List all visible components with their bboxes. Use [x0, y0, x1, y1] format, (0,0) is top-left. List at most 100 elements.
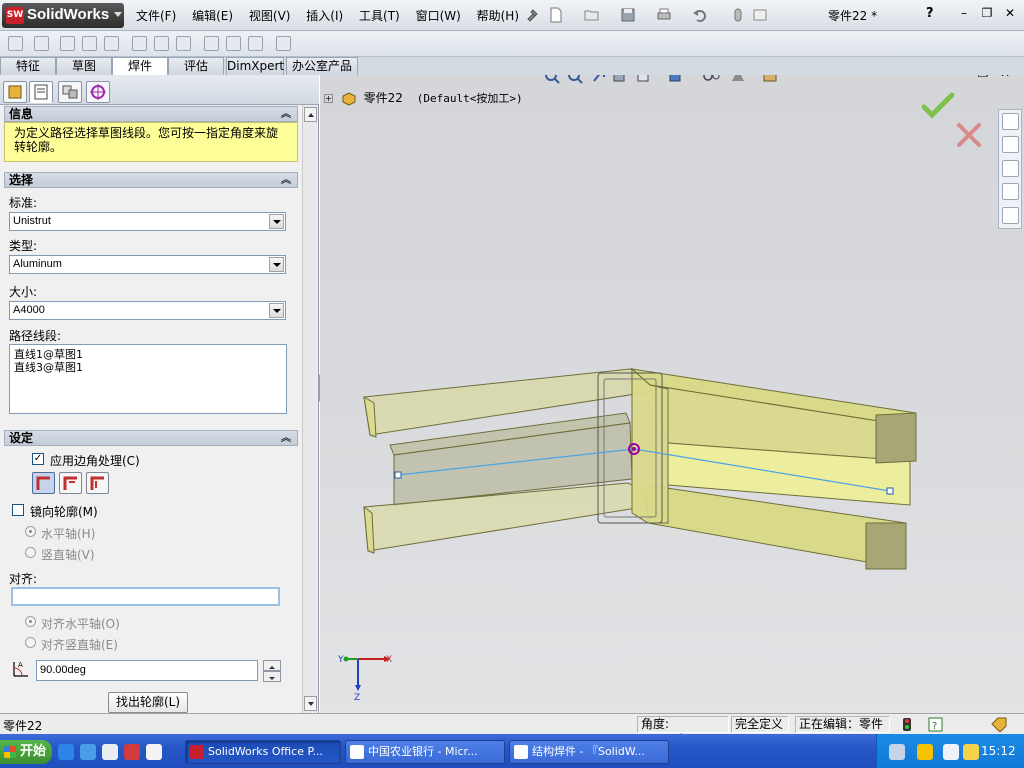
- corner-end-butt1-button[interactable]: [59, 472, 82, 494]
- file-explorer-icon[interactable]: [1002, 160, 1019, 177]
- ie-quicklaunch-icon[interactable]: [58, 744, 74, 760]
- settings-section-header[interactable]: 设定 ︽: [4, 430, 298, 446]
- size-select[interactable]: A4000: [9, 301, 286, 320]
- doc-restore-button[interactable]: ❐: [976, 75, 990, 80]
- panel-scrollbar[interactable]: [302, 105, 317, 713]
- spin-down-button[interactable]: [263, 671, 281, 682]
- minimize-button[interactable]: –: [957, 6, 971, 20]
- menu-window[interactable]: 窗口(W): [416, 7, 461, 24]
- end-cap-icon[interactable]: [60, 36, 75, 51]
- align-horizontal-radio[interactable]: [25, 616, 36, 627]
- vertical-axis-radio[interactable]: [25, 547, 36, 558]
- tab-weldments[interactable]: 焊件: [112, 57, 168, 76]
- menu-view[interactable]: 视图(V): [249, 7, 291, 24]
- move-tray-icon[interactable]: [943, 744, 959, 760]
- tab-dimxpert[interactable]: DimXpert: [226, 57, 284, 75]
- graphics-area[interactable]: + 零件22 (Default<按加工>) – ❐ ✕: [320, 75, 1024, 713]
- solidworks-quicklaunch-icon[interactable]: [124, 744, 140, 760]
- corner-end-trim-button[interactable]: [32, 472, 55, 494]
- new-document-icon[interactable]: [548, 7, 564, 23]
- close-button[interactable]: ✕: [1003, 6, 1017, 20]
- tab-office-products[interactable]: 办公室产品: [286, 57, 358, 75]
- hole-wizard-icon[interactable]: [176, 36, 191, 51]
- network-tray-icon[interactable]: [889, 744, 905, 760]
- notepad-quicklaunch-icon[interactable]: [146, 744, 162, 760]
- undo-icon[interactable]: [692, 7, 708, 23]
- angle-spinner[interactable]: [263, 660, 281, 682]
- horizontal-axis-radio[interactable]: [25, 526, 36, 537]
- doc-minimize-button[interactable]: –: [954, 75, 968, 80]
- angle-input[interactable]: 90.00deg: [36, 660, 258, 681]
- list-item[interactable]: 直线3@草图1: [14, 361, 282, 374]
- menu-edit[interactable]: 编辑(E): [192, 7, 233, 24]
- restore-button[interactable]: ❐: [980, 6, 994, 20]
- alert-tray-icon[interactable]: [963, 744, 979, 760]
- tab-sketch[interactable]: 草图: [56, 57, 112, 75]
- doc-close-button[interactable]: ✕: [998, 75, 1012, 80]
- plane-icon[interactable]: [248, 36, 263, 51]
- task-solidworks[interactable]: SolidWorks Office P...: [185, 740, 341, 764]
- chamfer-icon[interactable]: [204, 36, 219, 51]
- weldment-model[interactable]: [350, 355, 930, 595]
- gusset-icon[interactable]: [82, 36, 97, 51]
- corner-end-butt2-button[interactable]: [86, 472, 109, 494]
- task-bank-browser[interactable]: 中国农业银行 - Micr...: [345, 740, 505, 764]
- menu-tools[interactable]: 工具(T): [359, 7, 400, 24]
- dropdown-arrow-icon[interactable]: [269, 257, 284, 272]
- more-tools-icon[interactable]: [276, 36, 291, 51]
- pen-tray-icon[interactable]: [917, 744, 933, 760]
- scroll-down-button[interactable]: [304, 696, 317, 711]
- feature-manager-tab[interactable]: [3, 81, 27, 103]
- find-profile-button[interactable]: 找出轮廓(L): [108, 692, 188, 713]
- open-folder-icon[interactable]: [584, 7, 600, 23]
- menu-help[interactable]: 帮助(H): [477, 7, 519, 24]
- solidworks-logo[interactable]: SW SolidWorks: [2, 3, 124, 28]
- menu-insert[interactable]: 插入(I): [306, 7, 343, 24]
- print-icon[interactable]: [656, 7, 672, 23]
- path-segments-list[interactable]: 直线1@草图1 直线3@草图1: [9, 344, 287, 414]
- extrude-boss-icon[interactable]: [132, 36, 147, 51]
- feature-tree-flyout[interactable]: + 零件22 (Default<按加工>): [324, 89, 523, 106]
- heads-up-view-toolbar[interactable]: [542, 75, 802, 87]
- save-icon[interactable]: [620, 7, 636, 23]
- cancel-x-icon[interactable]: [955, 121, 983, 149]
- design-library-icon[interactable]: [1002, 136, 1019, 153]
- align-input[interactable]: [11, 587, 280, 606]
- pin-icon[interactable]: [524, 7, 540, 23]
- scroll-up-button[interactable]: [304, 107, 317, 122]
- selection-section-header[interactable]: 选择 ︽: [4, 172, 298, 188]
- standard-select[interactable]: Unistrut: [9, 212, 286, 231]
- mirror-profile-checkbox[interactable]: [12, 504, 24, 516]
- options-icon[interactable]: [752, 7, 768, 23]
- type-select[interactable]: Aluminum: [9, 255, 286, 274]
- configuration-manager-tab[interactable]: [58, 81, 82, 103]
- dimxpert-manager-tab[interactable]: [86, 81, 110, 103]
- apply-corner-checkbox[interactable]: ✓: [32, 453, 44, 465]
- accept-check-icon[interactable]: [920, 91, 956, 119]
- tab-evaluate[interactable]: 评估: [168, 57, 224, 75]
- dropdown-arrow-icon[interactable]: [269, 214, 284, 229]
- fillet-bead-icon[interactable]: [104, 36, 119, 51]
- rebuild-status-icon[interactable]: [900, 717, 914, 732]
- help-button[interactable]: ?: [926, 6, 934, 21]
- expand-icon[interactable]: +: [324, 94, 333, 103]
- tab-features[interactable]: 特征: [0, 57, 56, 75]
- explorer-quicklaunch-icon[interactable]: [80, 744, 96, 760]
- extrude-cut-icon[interactable]: [154, 36, 169, 51]
- list-item[interactable]: 直线1@草图1: [14, 348, 282, 361]
- structural-member-icon[interactable]: [8, 36, 23, 51]
- help-status-icon[interactable]: ?: [928, 717, 943, 732]
- rebuild-icon[interactable]: [730, 7, 746, 23]
- property-manager-tab[interactable]: [29, 81, 53, 103]
- task-weldment-forum[interactable]: 结构焊件 - 『SolidW...: [509, 740, 669, 764]
- appearances-icon[interactable]: [1002, 207, 1019, 224]
- app-quicklaunch-icon[interactable]: [102, 744, 118, 760]
- trim-extend-icon[interactable]: [34, 36, 49, 51]
- home-icon[interactable]: [1002, 113, 1019, 130]
- spin-up-button[interactable]: [263, 660, 281, 671]
- start-button[interactable]: 开始: [0, 740, 52, 764]
- info-section-header[interactable]: 信息 ︽: [4, 106, 298, 122]
- view-palette-icon[interactable]: [1002, 183, 1019, 200]
- tag-status-icon[interactable]: [990, 716, 1008, 732]
- dropdown-arrow-icon[interactable]: [269, 303, 284, 318]
